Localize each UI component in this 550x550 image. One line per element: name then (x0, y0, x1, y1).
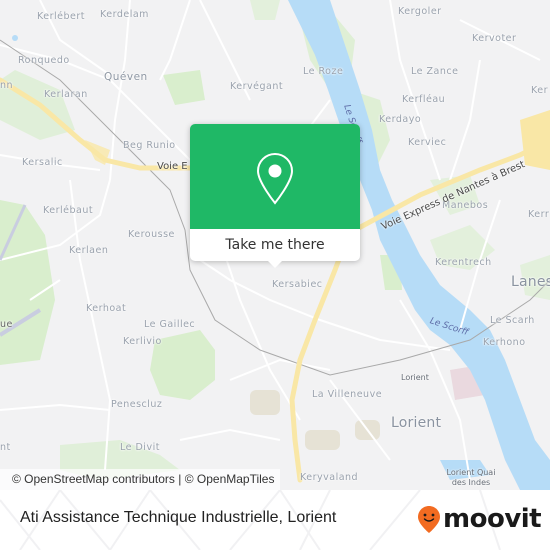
footer-bar: Ati Assistance Technique Industrielle, L… (0, 490, 550, 550)
place-label: Keryvaland (300, 472, 359, 483)
place-label: Lanes (511, 274, 550, 290)
place-label: Kersabiec (272, 279, 323, 290)
place-label: Le Gaillec (144, 319, 196, 330)
map-pin-icon (256, 152, 294, 205)
place-label: Le Zance (411, 66, 459, 77)
place-label: Quéven (104, 71, 148, 83)
place-label: Kerviec (408, 137, 447, 148)
place-label: Kerlivio (123, 336, 162, 347)
moovit-wordmark: moovit (443, 504, 542, 534)
place-label: Kerlaen (69, 245, 109, 256)
place-label: Ronquedo (18, 55, 70, 66)
place-label: nt (0, 442, 11, 453)
place-label: Kerentrech (435, 257, 492, 268)
place-label: Kerdelam (100, 9, 149, 20)
place-label: Kervoter (472, 33, 517, 44)
place-label: Kerdayo (379, 114, 422, 125)
place-label: Kerhono (483, 337, 526, 348)
place-label: Kerhoat (86, 303, 127, 314)
road-label: Voie E (157, 161, 188, 172)
place-label: Kerlébaut (43, 205, 94, 216)
place-label: Kerlébert (37, 11, 85, 22)
station-label: Lorient (401, 373, 429, 382)
station-label: Lorient Quai des Indes (446, 468, 496, 487)
popup-pointer (267, 260, 283, 268)
destination-popup[interactable]: Take me there (190, 124, 360, 268)
popup-header (190, 124, 360, 229)
place-label: Kerfléau (402, 94, 446, 105)
place-label: nn (0, 80, 14, 91)
place-label: Ker (531, 85, 549, 96)
place-label: Kersalic (22, 157, 63, 168)
map-view[interactable]: Kerlébert Kerdelam Ronquedo Quéven Kerla… (0, 0, 550, 490)
place-label: Le Divit (120, 442, 160, 453)
place-label: Le Roze (303, 66, 344, 77)
place-label: Kerr (528, 209, 550, 220)
moovit-pin-icon (418, 506, 440, 533)
place-label: Kerlaran (44, 89, 88, 100)
moovit-logo[interactable]: moovit (416, 504, 542, 534)
place-label: Kerousse (128, 229, 175, 240)
place-label: Kervégant (230, 81, 284, 92)
place-label: Lorient (391, 415, 442, 431)
place-label: Penescluz (111, 399, 163, 410)
place-label: Beg Runio (123, 140, 176, 151)
place-label: Le Scarh (490, 315, 535, 326)
map-attribution[interactable]: © OpenStreetMap contributors | © OpenMap… (0, 469, 281, 490)
take-me-there-button[interactable]: Take me there (190, 229, 360, 261)
interchange-area (520, 110, 550, 170)
place-label: ue (0, 319, 13, 330)
place-label: La Villeneuve (312, 389, 383, 400)
place-title: Ati Assistance Technique Industrielle, L… (20, 509, 337, 526)
place-label: Kergoler (398, 6, 442, 17)
